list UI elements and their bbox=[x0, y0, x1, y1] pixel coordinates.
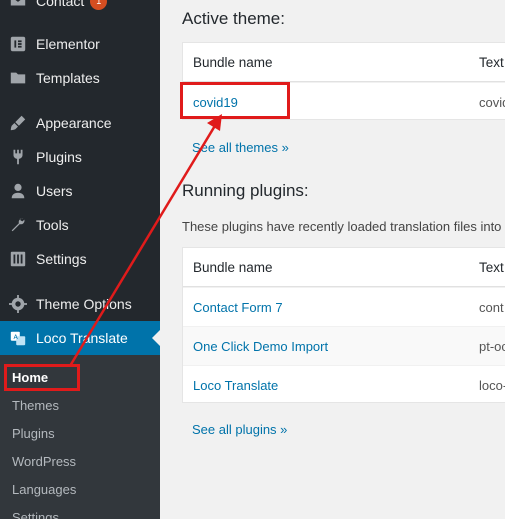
gear-icon bbox=[0, 295, 36, 313]
submenu-settings[interactable]: Settings bbox=[12, 510, 59, 519]
translate-icon: A bbox=[0, 329, 36, 347]
covid19-highlight-box bbox=[180, 82, 290, 119]
menu-templates[interactable]: Templates bbox=[0, 61, 160, 95]
plugin-text-domain: loco- bbox=[479, 377, 505, 393]
plugin-text-domain: cont bbox=[479, 299, 504, 315]
elementor-icon bbox=[0, 35, 36, 53]
submenu-languages[interactable]: Languages bbox=[12, 482, 76, 497]
menu-users-label: Users bbox=[36, 183, 73, 199]
submenu-themes[interactable]: Themes bbox=[12, 398, 59, 413]
theme-text-domain: covid bbox=[479, 94, 505, 110]
plugin-link-contact-form-7[interactable]: Contact Form 7 bbox=[193, 300, 283, 315]
envelope-icon bbox=[0, 0, 36, 10]
menu-contact[interactable]: Contact 1 bbox=[0, 0, 160, 18]
plug-icon bbox=[0, 148, 36, 166]
wrench-icon bbox=[0, 216, 36, 234]
active-indicator bbox=[152, 330, 160, 346]
see-all-themes-link[interactable]: See all themes » bbox=[192, 140, 289, 155]
menu-appearance-label: Appearance bbox=[36, 115, 112, 131]
menu-tools-label: Tools bbox=[36, 217, 69, 233]
user-icon bbox=[0, 182, 36, 200]
menu-settings-label: Settings bbox=[36, 251, 87, 267]
see-all-plugins-link[interactable]: See all plugins » bbox=[192, 422, 287, 437]
menu-theme-options-label: Theme Options bbox=[36, 296, 132, 312]
plugins-description: These plugins have recently loaded trans… bbox=[182, 219, 505, 234]
active-theme-heading: Active theme: bbox=[182, 9, 285, 28]
menu-contact-label: Contact bbox=[36, 0, 85, 9]
home-highlight-box bbox=[4, 364, 80, 391]
submenu-plugins[interactable]: Plugins bbox=[12, 426, 55, 441]
admin-sidebar: Contact 1 Elementor Templates Appearance… bbox=[0, 0, 160, 519]
submenu-wordpress[interactable]: WordPress bbox=[12, 454, 76, 469]
table-row: Contact Form 7 cont bbox=[183, 287, 505, 326]
menu-users[interactable]: Users bbox=[0, 174, 160, 208]
running-plugins-heading: Running plugins: bbox=[182, 181, 309, 200]
contact-badge: 1 bbox=[90, 0, 108, 10]
col-text-domain: Text bbox=[479, 259, 504, 275]
menu-elementor-label: Elementor bbox=[36, 36, 100, 52]
table-header: Bundle name Text bbox=[183, 248, 505, 287]
menu-tools[interactable]: Tools bbox=[0, 208, 160, 242]
col-text-domain: Text bbox=[479, 54, 504, 70]
menu-appearance[interactable]: Appearance bbox=[0, 106, 160, 140]
menu-plugins[interactable]: Plugins bbox=[0, 140, 160, 174]
menu-plugins-label: Plugins bbox=[36, 149, 82, 165]
table-header: Bundle name Text bbox=[183, 43, 505, 82]
table-row: One Click Demo Import pt-oc bbox=[183, 326, 505, 365]
menu-templates-label: Templates bbox=[36, 70, 100, 86]
menu-loco-translate-label: Loco Translate bbox=[36, 330, 128, 346]
menu-settings[interactable]: Settings bbox=[0, 242, 160, 276]
settings-icon bbox=[0, 250, 36, 268]
plugin-text-domain: pt-oc bbox=[479, 338, 505, 354]
menu-theme-options[interactable]: Theme Options bbox=[0, 287, 160, 321]
menu-elementor[interactable]: Elementor bbox=[0, 27, 160, 61]
menu-loco-translate[interactable]: A Loco Translate bbox=[0, 321, 160, 355]
paintbrush-icon bbox=[0, 114, 36, 132]
plugin-link-one-click-demo-import[interactable]: One Click Demo Import bbox=[193, 339, 328, 354]
plugins-table: Bundle name Text Contact Form 7 cont One… bbox=[182, 247, 505, 403]
table-row: Loco Translate loco- bbox=[183, 365, 505, 404]
svg-text:A: A bbox=[14, 334, 19, 341]
col-bundle-name: Bundle name bbox=[193, 54, 273, 70]
main-content: Active theme: Bundle name Text covid19 c… bbox=[160, 0, 505, 519]
plugin-link-loco-translate[interactable]: Loco Translate bbox=[193, 378, 278, 393]
col-bundle-name: Bundle name bbox=[193, 259, 273, 275]
folder-icon bbox=[0, 69, 36, 87]
